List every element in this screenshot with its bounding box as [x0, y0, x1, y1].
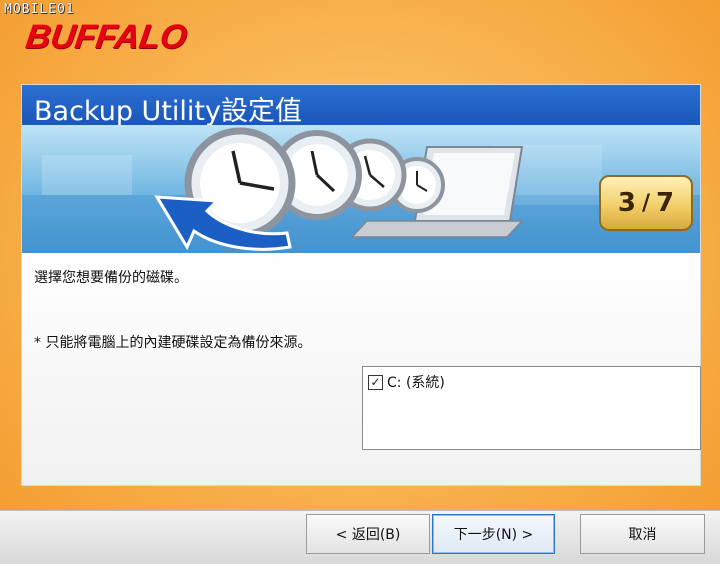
drive-checkbox[interactable]: ✓: [368, 374, 383, 390]
wizard-title-bar: Backup Utility設定值: [22, 85, 700, 127]
step-indicator: 3 / 7: [599, 175, 693, 231]
step-total: 7: [656, 188, 675, 218]
button-bar: < 返回(B) 下一步(N) > 取消: [0, 510, 720, 564]
buffalo-logo: BUFFALO: [23, 18, 190, 56]
drive-list[interactable]: ✓ C: (系統): [362, 366, 701, 450]
wizard-title: Backup Utility設定值: [34, 96, 302, 127]
cancel-button[interactable]: 取消: [580, 514, 705, 554]
wizard-banner: 3 / 7: [22, 125, 700, 253]
note-text: * 只能將電腦上的內建硬碟設定為備份來源。: [34, 335, 312, 351]
back-button[interactable]: < 返回(B): [306, 514, 430, 554]
next-button[interactable]: 下一步(N) >: [432, 514, 555, 554]
drive-label: C: (系統): [387, 375, 445, 391]
step-separator: /: [641, 190, 651, 216]
drive-item-c[interactable]: ✓ C: (系統): [368, 372, 445, 392]
wizard-panel: Backup Utility設定值 3 / 7 選擇您想要備份的磁碟。 * 只能…: [21, 84, 701, 486]
watermark-text: MOBILE01: [4, 2, 75, 17]
content-area: 選擇您想要備份的磁碟。 * 只能將電腦上的內建硬碟設定為備份來源。 ✓ C: (…: [22, 253, 701, 485]
step-current: 3: [617, 188, 636, 218]
instruction-text: 選擇您想要備份的磁碟。: [34, 270, 188, 286]
